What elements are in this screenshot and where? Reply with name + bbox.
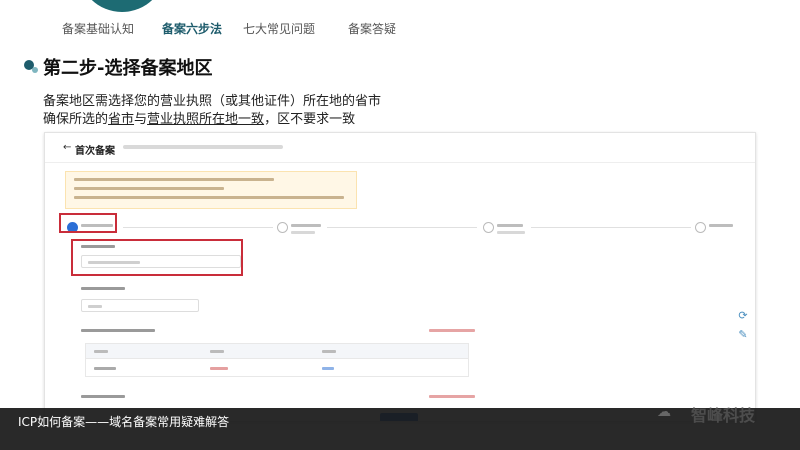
desc-prefix: 确保所选的 (43, 112, 109, 127)
step-4-icon (695, 222, 706, 233)
site-type-label (81, 287, 125, 290)
tab-six-steps[interactable]: 备案六步法 (162, 20, 222, 37)
caption-text: ICP如何备案——域名备案常用疑难解答 (18, 415, 230, 429)
site-type-select[interactable] (81, 299, 199, 312)
tab-basics[interactable]: 备案基础认知 (62, 20, 134, 37)
heading-bullet-dot-icon (32, 67, 38, 73)
arrow-left-icon[interactable]: ← (63, 142, 71, 153)
highlight-current-step (59, 213, 117, 233)
section-title: 第二步-选择备案地区 (43, 58, 213, 79)
basic-info-label (81, 329, 155, 332)
watermark-text: 智峰科技 (691, 406, 756, 425)
desc-license-location: 营业执照所在地一致 (147, 112, 265, 127)
highlight-region-field (71, 239, 243, 276)
materials-table (85, 343, 469, 377)
decorative-circle (78, 0, 166, 12)
upload-status-tag (429, 395, 475, 398)
description-line-1: 备案地区需选择您的营业执照（或其他证件）所在地的省市 (43, 94, 382, 109)
tab-qa[interactable]: 备案答疑 (348, 20, 396, 37)
refresh-icon[interactable]: ⟳ (733, 307, 753, 325)
form-title: 首次备案 (75, 146, 115, 157)
top-nav: 备案基础认知 备案六步法 七大常见问题 备案答疑 (0, 20, 800, 40)
form-header: ← 首次备案 (45, 133, 755, 163)
desc-suffix: ，区不要求一致 (264, 112, 356, 127)
desc-province: 省市 (108, 112, 135, 127)
slide: 备案基础认知 备案六步法 七大常见问题 备案答疑 第二步-选择备案地区 备案地区… (0, 0, 800, 450)
step-progress-bar (65, 219, 735, 241)
logo-icon: ☁ (657, 404, 671, 420)
breadcrumb (123, 145, 283, 149)
edit-icon[interactable]: ✎ (733, 326, 753, 344)
notice-box (65, 171, 357, 209)
tab-common-issues[interactable]: 七大常见问题 (243, 20, 315, 37)
desc-mid: 与 (134, 112, 148, 127)
embedded-form-screenshot: ← 首次备案 (44, 132, 756, 422)
description-line-2: 确保所选的省市与营业执照所在地一致，区不要求一致 (43, 108, 355, 127)
status-tag (429, 329, 475, 332)
step-3-icon (483, 222, 494, 233)
upload-label (81, 395, 125, 398)
step-2-icon (277, 222, 288, 233)
